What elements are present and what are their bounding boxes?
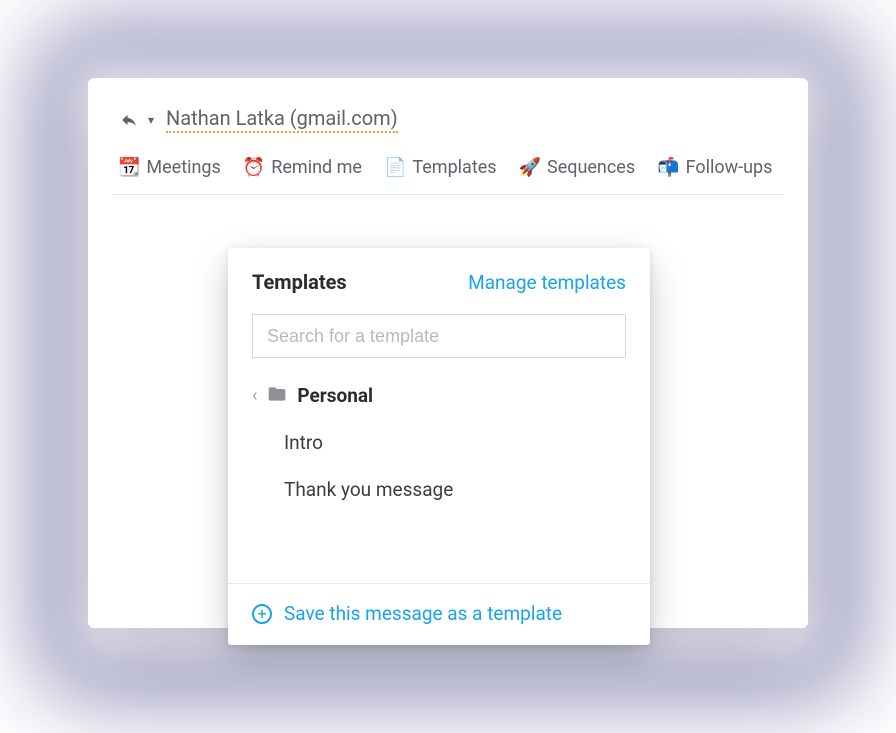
folder-label: Personal [297,384,373,407]
chevron-left-icon: ‹ [252,385,257,406]
template-item[interactable]: Intro [284,419,626,466]
toolbar-sequences[interactable]: 🚀 Sequences [519,157,636,178]
toolbar-meetings[interactable]: 📆 Meetings [118,157,221,178]
toolbar-templates[interactable]: 📄 Templates [384,157,497,178]
template-item[interactable]: Thank you message [284,466,626,513]
toolbar-label: Remind me [271,157,362,178]
calendar-icon: 📆 [118,159,140,177]
mail-icon: 📬 [657,159,679,177]
template-folder-row[interactable]: ‹ Personal [228,376,650,419]
toolbar-label: Sequences [547,157,635,178]
compose-card: ▾ Nathan Latka (gmail.com) 📆 Meetings ⏰ … [88,78,808,628]
templates-dropdown: Templates Manage templates ‹ Personal In… [228,248,650,645]
folder-icon [267,384,287,407]
toolbar-label: Meetings [146,157,220,178]
toolbar-remind-me[interactable]: ⏰ Remind me [243,157,362,178]
compose-toolbar: 📆 Meetings ⏰ Remind me 📄 Templates 🚀 Seq… [112,157,784,195]
dropdown-title: Templates [252,270,347,294]
reply-dropdown-caret[interactable]: ▾ [148,113,154,127]
manage-templates-link[interactable]: Manage templates [468,271,626,294]
toolbar-label: Follow-ups [686,157,773,178]
save-as-template-label: Save this message as a template [284,602,562,625]
plus-circle-icon: + [252,604,272,624]
template-search-input[interactable] [252,314,626,358]
recipient-chip[interactable]: Nathan Latka (gmail.com) [166,106,398,133]
save-as-template[interactable]: + Save this message as a template [228,583,650,645]
rocket-icon: 🚀 [519,159,541,177]
toolbar-label: Templates [412,157,496,178]
document-icon: 📄 [384,159,406,177]
reply-icon[interactable] [118,111,140,129]
template-list: Intro Thank you message [228,419,650,533]
alarm-icon: ⏰ [243,159,265,177]
toolbar-follow-ups[interactable]: 📬 Follow-ups [657,157,772,178]
reply-row: ▾ Nathan Latka (gmail.com) [112,106,784,139]
